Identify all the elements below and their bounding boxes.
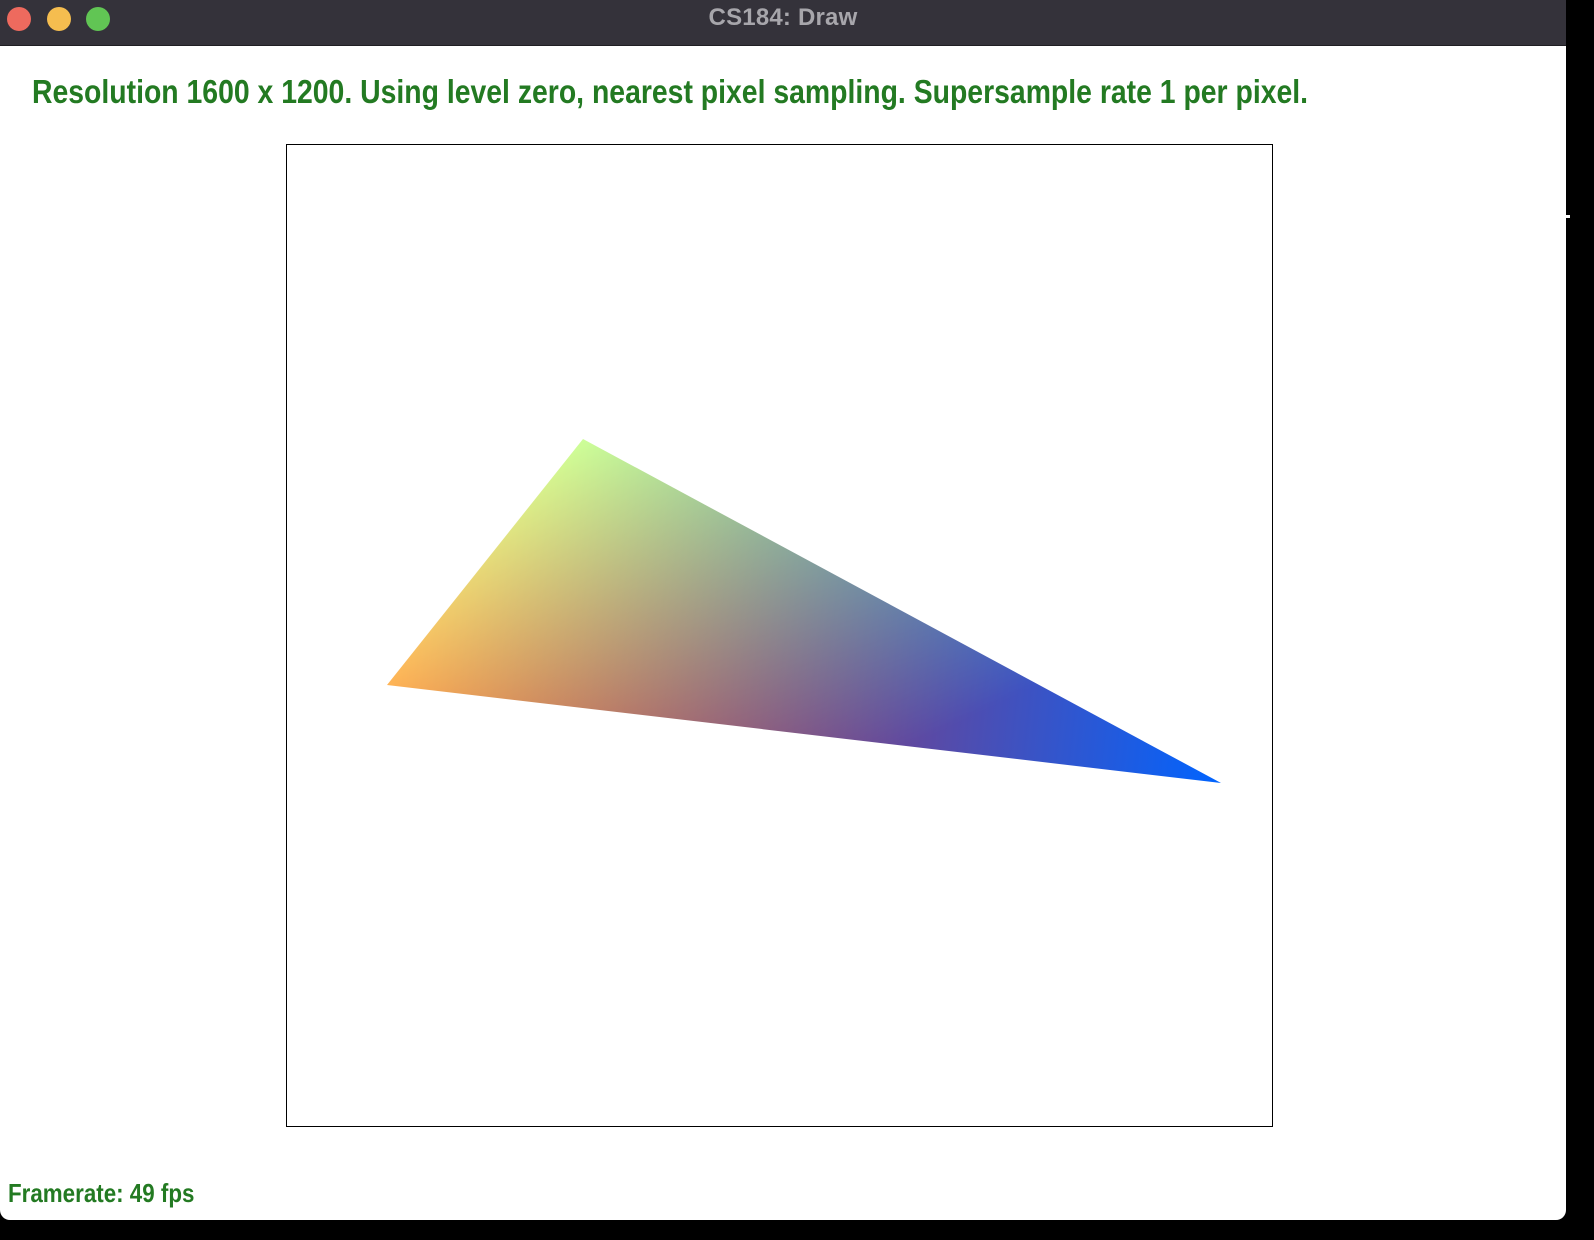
interpolated-triangle [387, 439, 1221, 783]
render-canvas[interactable] [287, 145, 1272, 1126]
screen-edge [1566, 0, 1594, 1240]
status-message: Resolution 1600 x 1200. Using level zero… [32, 73, 1309, 110]
title-bar[interactable]: CS184: Draw [0, 0, 1566, 46]
app-window: CS184: Draw Resolution 1600 x 1200. Usin… [0, 0, 1566, 1220]
framerate-readout: Framerate: 49 fps [8, 1178, 195, 1208]
edge-marker [1566, 215, 1570, 218]
window-title: CS184: Draw [708, 4, 858, 31]
render-viewport[interactable] [286, 144, 1273, 1127]
